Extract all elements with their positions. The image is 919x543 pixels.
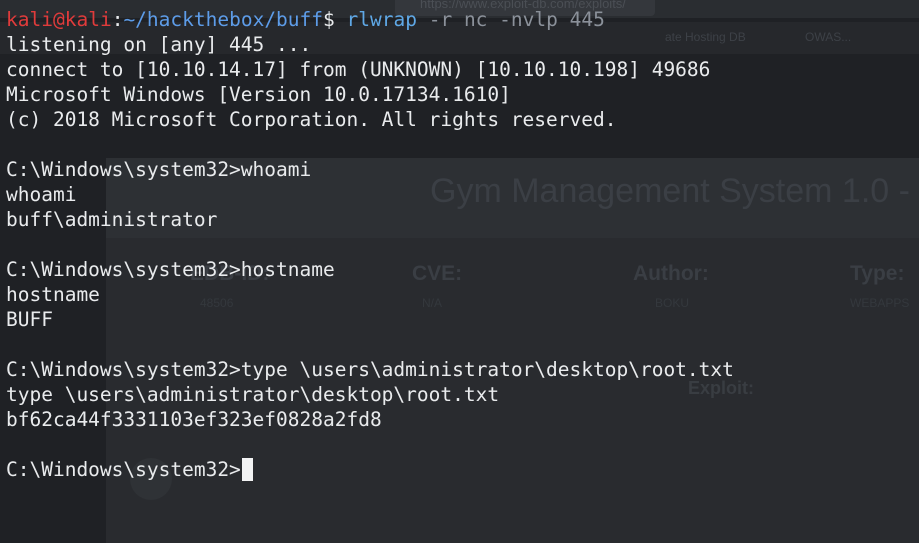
prompt-at: @: [52, 8, 65, 31]
terminal-output-line: whoami: [6, 183, 77, 206]
prompt-separator: :: [111, 8, 124, 31]
terminal-output-line: Microsoft Windows [Version 10.0.17134.16…: [6, 83, 511, 106]
terminal-window[interactable]: kali@kali:~/hackthebox/buff$ rlwrap -r n…: [0, 0, 919, 543]
command-flag: -r: [416, 8, 453, 31]
terminal-output-line: (c) 2018 Microsoft Corporation. All righ…: [6, 108, 617, 131]
terminal-output-line: type \users\administrator\desktop\root.t…: [6, 383, 500, 406]
terminal-output-line: listening on [any] 445 ...: [6, 33, 312, 56]
terminal-output-line: C:\Windows\system32>type \users\administ…: [6, 358, 734, 381]
prompt-line: kali@kali:~/hackthebox/buff$ rlwrap -r n…: [6, 7, 919, 32]
prompt-path: ~/hackthebox/buff: [123, 8, 324, 31]
prompt-user: kali: [6, 8, 53, 31]
terminal-cursor[interactable]: [241, 458, 253, 481]
prompt-dollar: $: [323, 8, 347, 31]
terminal-output-line: buff\administrator: [6, 208, 218, 231]
final-prompt: C:\Windows\system32>: [6, 458, 241, 481]
terminal-output-line: bf62ca44f3331103ef323ef0828a2fd8: [6, 408, 382, 431]
command-arg: nc: [452, 8, 488, 31]
prompt-host: kali: [64, 8, 112, 31]
terminal-output-line: hostname: [6, 283, 100, 306]
terminal-output-line: C:\Windows\system32>hostname: [6, 258, 335, 281]
terminal-output-line: BUFF: [6, 308, 53, 331]
terminal-output-line: C:\Windows\system32>whoami: [6, 158, 312, 181]
terminal-input-line[interactable]: C:\Windows\system32>: [6, 457, 919, 482]
command-flag: -nvlp: [487, 8, 558, 31]
command-port: 445: [557, 8, 605, 31]
command-program: rlwrap: [346, 8, 417, 31]
terminal-output-line: connect to [10.10.14.17] from (UNKNOWN) …: [6, 58, 711, 81]
